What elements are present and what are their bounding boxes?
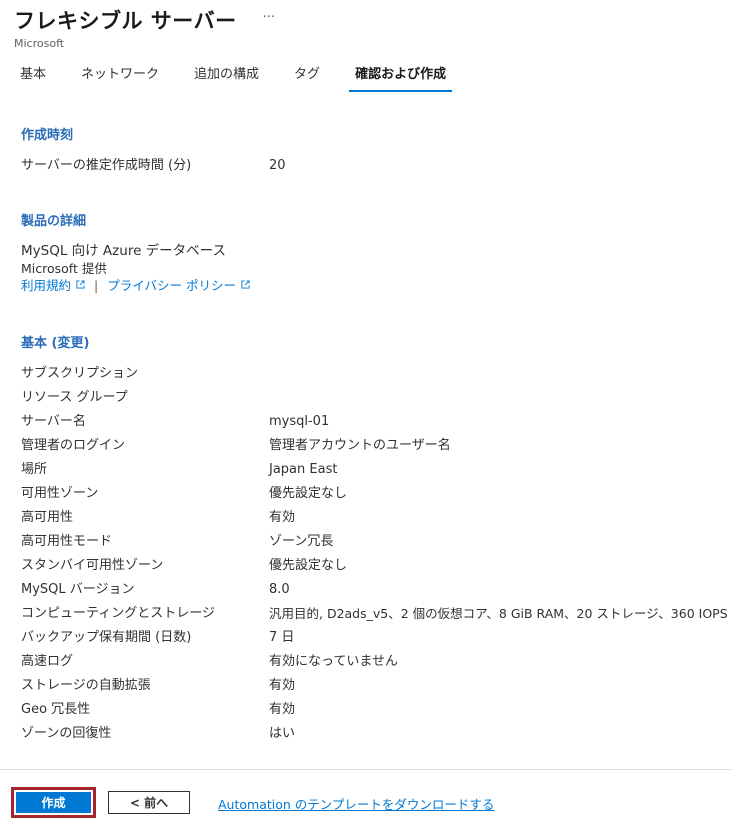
publisher-label: Microsoft — [14, 37, 65, 50]
summary-row-subscription: サブスクリプション — [21, 362, 732, 386]
previous-button[interactable]: < 前へ — [108, 791, 190, 814]
summary-row-storage-autogrow: ストレージの自動拡張 有効 — [21, 674, 732, 698]
row-value: ゾーン冗長 — [269, 534, 334, 549]
row-value: 有効 — [269, 678, 296, 693]
row-value: 7 日 — [269, 630, 295, 645]
row-value: 8.0 — [269, 582, 290, 597]
create-button-label: 作成 — [16, 792, 91, 813]
summary-row-accelerated-logs: 高速ログ 有効になっていません — [21, 650, 732, 674]
row-label: サブスクリプション — [21, 366, 139, 381]
row-value: はい — [269, 726, 296, 741]
row-label: 場所 — [21, 462, 48, 477]
row-label: MySQL バージョン — [21, 582, 135, 597]
privacy-link-label: プライバシー ポリシー — [107, 278, 236, 293]
wizard-tabs: 基本 ネットワーク 追加の構成 タグ 確認および作成 — [14, 64, 475, 92]
section-title-creation-time: 作成時刻 — [21, 128, 74, 143]
product-details: MySQL 向け Azure データベース Microsoft 提供 利用規約 … — [21, 243, 250, 294]
creation-time-rows: サーバーの推定作成時間 (分) 20 — [21, 154, 732, 178]
row-label: ストレージの自動拡張 — [21, 678, 151, 693]
row-label: 高可用性 — [21, 510, 74, 525]
row-label: サーバー名 — [21, 414, 86, 429]
row-label: 管理者のログイン — [21, 438, 126, 453]
summary-row-location: 場所 Japan East — [21, 458, 732, 482]
row-label: リソース グループ — [21, 390, 128, 405]
row-label: スタンバイ可用性ゾーン — [21, 558, 164, 573]
tab-review-create[interactable]: 確認および作成 — [349, 64, 453, 92]
summary-row-mysql-version: MySQL バージョン 8.0 — [21, 578, 732, 602]
external-link-icon — [241, 280, 250, 289]
terms-link[interactable]: 利用規約 — [21, 277, 85, 294]
summary-row-server-name: サーバー名 mysql-01 — [21, 410, 732, 434]
row-value: 管理者アカウントのユーザー名 — [269, 438, 451, 453]
tab-networking[interactable]: ネットワーク — [75, 64, 165, 92]
more-options-icon[interactable]: ··· — [263, 10, 275, 25]
row-value: 有効になっていません — [269, 654, 398, 669]
summary-row-high-availability: 高可用性 有効 — [21, 506, 732, 530]
tab-basics[interactable]: 基本 — [14, 64, 52, 92]
row-label: 高可用性モード — [21, 534, 113, 549]
download-template-link[interactable]: Automation のテンプレートをダウンロードする — [218, 794, 494, 813]
section-title-product-details: 製品の詳細 — [21, 214, 87, 229]
product-name: MySQL 向け Azure データベース — [21, 243, 226, 259]
summary-row-backup-retention: バックアップ保有期間 (日数) 7 日 — [21, 626, 732, 650]
summary-row-compute-storage: コンピューティングとストレージ 汎用目的, D2ads_v5、2 個の仮想コア、8… — [21, 602, 732, 626]
create-button[interactable]: 作成 — [11, 787, 96, 818]
row-value: Japan East — [269, 462, 338, 477]
blade-header: フレキシブル サーバー ··· Microsoft — [14, 6, 732, 50]
terms-link-label: 利用規約 — [21, 278, 72, 293]
row-label: バックアップ保有期間 (日数) — [21, 630, 192, 645]
product-provider: Microsoft 提供 — [21, 261, 107, 276]
summary-row-ha-mode: 高可用性モード ゾーン冗長 — [21, 530, 732, 554]
summary-row: サーバーの推定作成時間 (分) 20 — [21, 154, 732, 178]
row-value: 優先設定なし — [269, 558, 348, 573]
row-label: サーバーの推定作成時間 (分) — [21, 158, 192, 173]
page-title: フレキシブル サーバー — [14, 9, 237, 33]
row-label: Geo 冗長性 — [21, 702, 91, 717]
basics-rows: サブスクリプション リソース グループ サーバー名 mysql-01 管理者のログ… — [21, 362, 732, 746]
summary-row-availability-zone: 可用性ゾーン 優先設定なし — [21, 482, 732, 506]
row-value: 汎用目的, D2ads_v5、2 個の仮想コア、8 GiB RAM、20 ストレ… — [269, 606, 728, 621]
row-value: 20 — [269, 158, 286, 173]
summary-row-zone-resiliency: ゾーンの回復性 はい — [21, 722, 732, 746]
summary-row-admin-login: 管理者のログイン 管理者アカウントのユーザー名 — [21, 434, 732, 458]
row-label: コンピューティングとストレージ — [21, 606, 215, 621]
row-value: 有効 — [269, 510, 296, 525]
link-separator: | — [94, 278, 99, 293]
row-label: 高速ログ — [21, 654, 74, 669]
tab-additional-config[interactable]: 追加の構成 — [188, 64, 265, 92]
section-title-basics[interactable]: 基本 (変更) — [21, 332, 89, 351]
row-label: ゾーンの回復性 — [21, 726, 112, 741]
external-link-icon — [76, 280, 85, 289]
row-label: 可用性ゾーン — [21, 486, 99, 501]
summary-row-resource-group: リソース グループ — [21, 386, 732, 410]
product-links: 利用規約 | プライバシー ポリシー — [21, 277, 250, 294]
footer-bar: 作成 < 前へ Automation のテンプレートをダウンロードする — [0, 769, 732, 831]
summary-row-standby-zone: スタンバイ可用性ゾーン 優先設定なし — [21, 554, 732, 578]
tab-tags[interactable]: タグ — [288, 64, 326, 92]
row-value: mysql-01 — [269, 414, 330, 429]
privacy-link[interactable]: プライバシー ポリシー — [107, 277, 250, 294]
row-value: 優先設定なし — [269, 486, 348, 501]
row-value: 有効 — [269, 702, 296, 717]
summary-row-geo-redundancy: Geo 冗長性 有効 — [21, 698, 732, 722]
